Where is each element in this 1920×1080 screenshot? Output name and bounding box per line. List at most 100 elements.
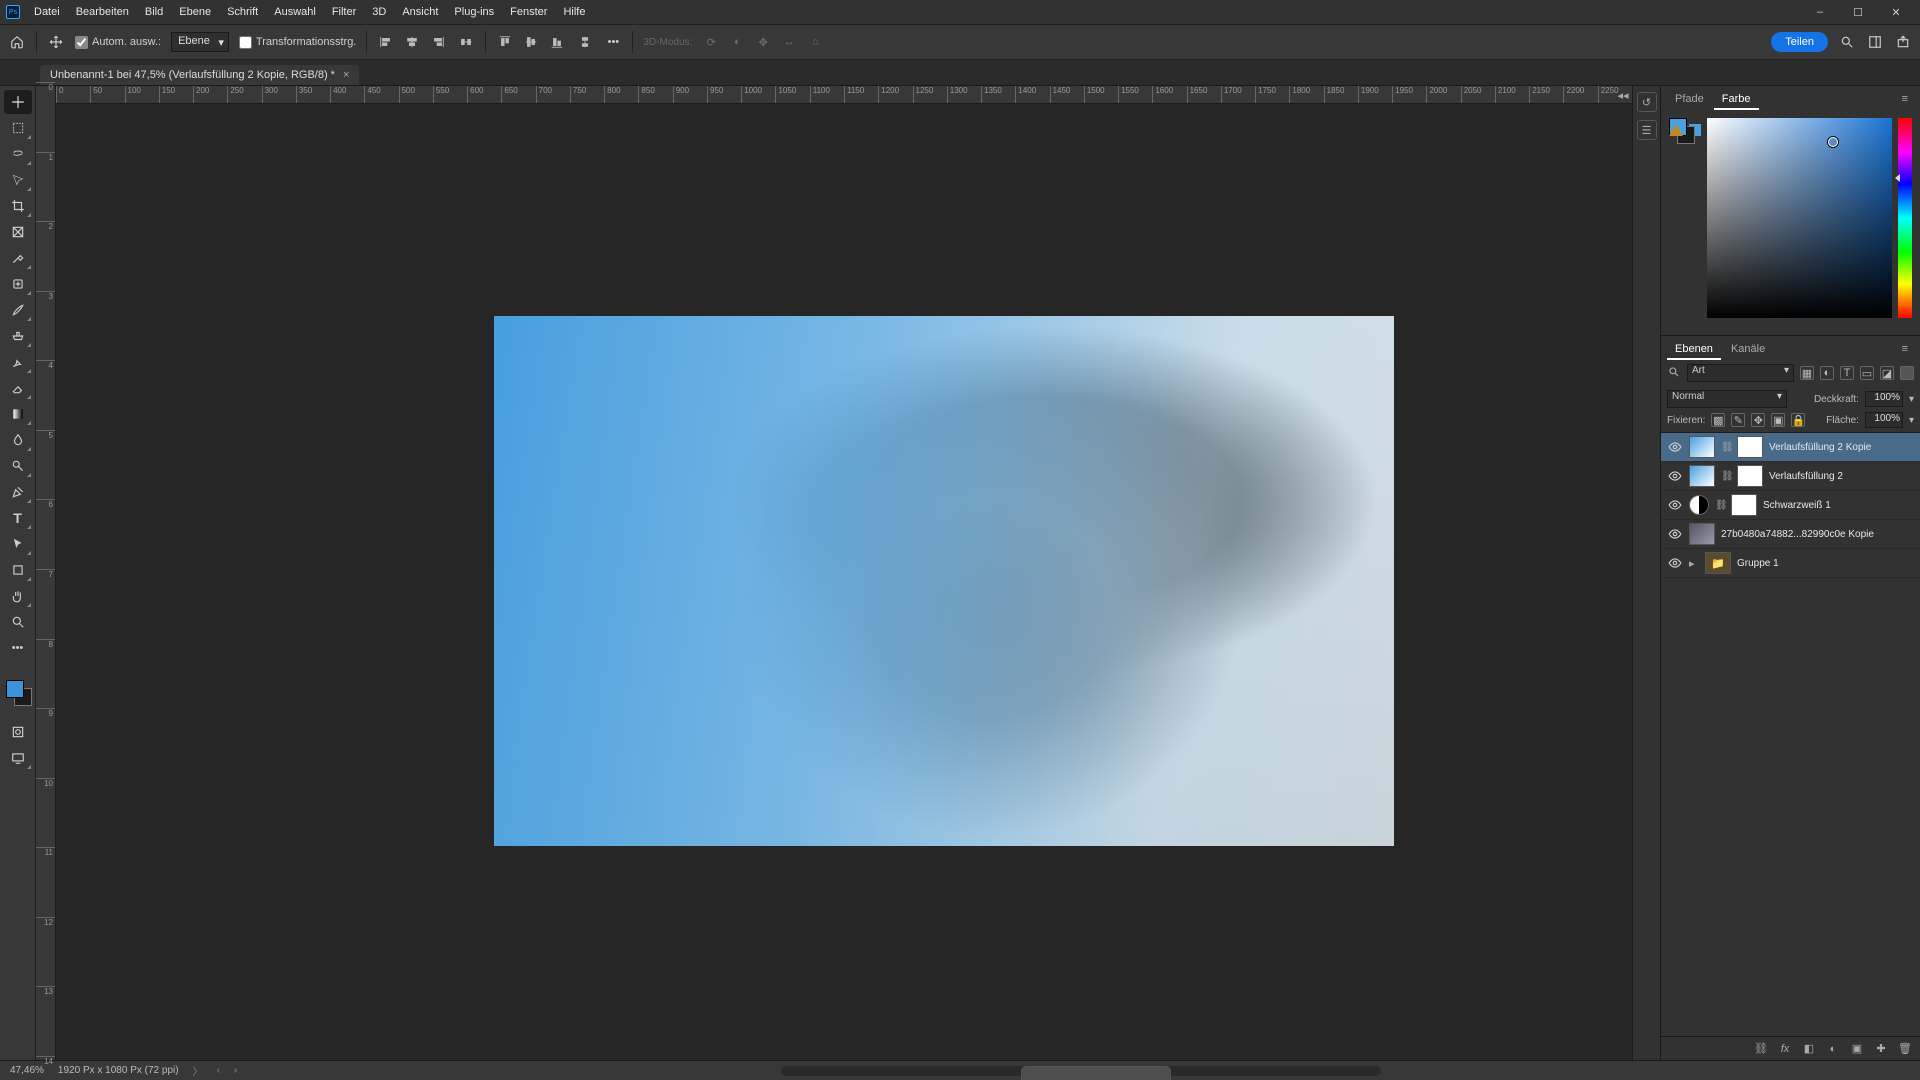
dodge-tool[interactable] <box>4 454 32 478</box>
history-brush-tool[interactable] <box>4 350 32 374</box>
layer-thumbnail[interactable] <box>1689 495 1709 515</box>
quick-select-tool[interactable] <box>4 168 32 192</box>
layer-mask-thumbnail[interactable] <box>1737 465 1763 487</box>
foreground-background-swatch[interactable] <box>4 678 32 706</box>
properties-panel-icon[interactable]: ☰ <box>1637 120 1657 140</box>
lock-artboard-button[interactable]: ▣ <box>1771 413 1785 427</box>
filter-smart-icon[interactable]: ◪ <box>1880 366 1894 380</box>
adjustment-layer-button[interactable]: ◐ <box>1826 1042 1840 1056</box>
auto-select-mode-dropdown[interactable]: Ebene ▾ <box>171 32 229 52</box>
tab-pfade[interactable]: Pfade <box>1667 90 1712 110</box>
layers-panel-menu[interactable]: ≡ <box>1896 340 1914 360</box>
edit-toolbar-button[interactable]: ••• <box>4 636 32 660</box>
doc-info-menu[interactable]: 〉 <box>193 1063 203 1078</box>
horizontal-scrollbar[interactable] <box>781 1066 1381 1076</box>
layer-visibility-toggle[interactable] <box>1667 555 1683 571</box>
healing-brush-tool[interactable] <box>4 272 32 296</box>
menu-plugins[interactable]: Plug-ins <box>446 0 502 24</box>
window-close-button[interactable]: ✕ <box>1878 2 1914 22</box>
gradient-tool[interactable] <box>4 402 32 426</box>
align-left-button[interactable] <box>377 33 395 51</box>
search-button[interactable] <box>1838 33 1856 51</box>
align-top-button[interactable] <box>496 33 514 51</box>
layer-row[interactable]: ⛓ Schwarzweiß 1 <box>1661 491 1920 520</box>
menu-auswahl[interactable]: Auswahl <box>266 0 324 24</box>
layer-name[interactable]: Verlaufsfüllung 2 <box>1769 471 1843 482</box>
transform-controls-checkbox[interactable]: Transformationsstrg. <box>239 36 356 49</box>
zoom-tool[interactable] <box>4 610 32 634</box>
auto-select-checkbox[interactable]: Autom. ausw.: <box>75 36 161 49</box>
layer-name[interactable]: Gruppe 1 <box>1737 558 1779 569</box>
menu-bearbeiten[interactable]: Bearbeiten <box>68 0 137 24</box>
workspace-switcher-button[interactable] <box>1866 33 1884 51</box>
align-right-button[interactable] <box>429 33 447 51</box>
filter-adjust-icon[interactable]: ◐ <box>1820 366 1834 380</box>
new-group-button[interactable]: ▣ <box>1850 1042 1864 1056</box>
filter-toggle[interactable] <box>1900 366 1914 380</box>
window-maximize-button[interactable]: ☐ <box>1840 2 1876 22</box>
color-panel-menu[interactable]: ≡ <box>1896 90 1914 110</box>
menu-hilfe[interactable]: Hilfe <box>555 0 593 24</box>
layer-thumbnail[interactable] <box>1689 465 1715 487</box>
close-tab-button[interactable]: × <box>343 69 349 81</box>
window-minimize-button[interactable]: – <box>1802 2 1838 22</box>
move-tool[interactable] <box>4 90 32 114</box>
distribute-h-button[interactable] <box>457 33 475 51</box>
history-panel-icon[interactable]: ↺ <box>1637 92 1657 112</box>
distribute-v-button[interactable] <box>576 33 594 51</box>
chevron-down-icon[interactable]: ▾ <box>1909 394 1914 405</box>
layer-row[interactable]: ⛓ Verlaufsfüllung 2 Kopie <box>1661 433 1920 462</box>
zoom-level[interactable]: 47,46% <box>10 1065 44 1076</box>
share-button[interactable]: Teilen <box>1771 32 1828 52</box>
layer-thumbnail[interactable] <box>1689 523 1715 545</box>
eyedropper-tool[interactable] <box>4 246 32 270</box>
crop-tool[interactable] <box>4 194 32 218</box>
layer-visibility-toggle[interactable] <box>1667 468 1683 484</box>
layer-row[interactable]: ⛓ Verlaufsfüllung 2 <box>1661 462 1920 491</box>
document-canvas[interactable] <box>494 316 1394 846</box>
layer-name[interactable]: Schwarzweiß 1 <box>1763 500 1831 511</box>
layer-visibility-toggle[interactable] <box>1667 526 1683 542</box>
opacity-field[interactable]: 100% <box>1865 391 1903 407</box>
menu-3d[interactable]: 3D <box>364 0 394 24</box>
marquee-tool[interactable] <box>4 116 32 140</box>
collapse-panels-button[interactable]: ◂◂ <box>1614 88 1632 102</box>
menu-ansicht[interactable]: Ansicht <box>394 0 446 24</box>
type-tool[interactable]: T <box>4 506 32 530</box>
filter-pixel-icon[interactable]: ▦ <box>1800 366 1814 380</box>
delete-layer-button[interactable]: 🗑 <box>1898 1042 1912 1056</box>
layer-thumbnail[interactable] <box>1689 436 1715 458</box>
nav-next[interactable]: › <box>234 1065 237 1076</box>
document-tab[interactable]: Unbenannt-1 bei 47,5% (Verlaufsfüllung 2… <box>40 65 359 85</box>
layer-name[interactable]: 27b0480a74882...82990c0e Kopie <box>1721 529 1874 540</box>
layer-name[interactable]: Verlaufsfüllung 2 Kopie <box>1769 442 1871 453</box>
lock-pixels-button[interactable]: ✎ <box>1731 413 1745 427</box>
layer-row[interactable]: ▸📁Gruppe 1 <box>1661 549 1920 578</box>
quickmask-button[interactable] <box>4 720 32 744</box>
fill-field[interactable]: 100% <box>1865 412 1903 428</box>
layer-mask-link-icon[interactable]: ⛓ <box>1721 442 1731 453</box>
shape-tool[interactable] <box>4 558 32 582</box>
lock-all-button[interactable]: 🔒 <box>1791 413 1805 427</box>
new-layer-button[interactable]: ✚ <box>1874 1042 1888 1056</box>
link-layers-button[interactable]: ⛓ <box>1754 1042 1768 1056</box>
pen-tool[interactable] <box>4 480 32 504</box>
layer-visibility-toggle[interactable] <box>1667 497 1683 513</box>
layer-mask-thumbnail[interactable] <box>1731 494 1757 516</box>
color-sv-cursor[interactable] <box>1828 137 1838 147</box>
layer-mask-thumbnail[interactable] <box>1737 436 1763 458</box>
lock-position-button[interactable]: ✥ <box>1751 413 1765 427</box>
layer-mask-link-icon[interactable]: ⛓ <box>1715 500 1725 511</box>
group-expand-arrow[interactable]: ▸ <box>1689 557 1699 570</box>
lock-transparency-button[interactable]: ▩ <box>1711 413 1725 427</box>
blend-mode-dropdown[interactable]: Normal ▾ <box>1667 390 1787 408</box>
lasso-tool[interactable] <box>4 142 32 166</box>
color-hue-cursor[interactable] <box>1895 174 1900 182</box>
menu-filter[interactable]: Filter <box>324 0 364 24</box>
more-align-button[interactable]: ••• <box>604 33 622 51</box>
hand-tool[interactable] <box>4 584 32 608</box>
menu-fenster[interactable]: Fenster <box>502 0 555 24</box>
tab-ebenen[interactable]: Ebenen <box>1667 340 1721 360</box>
layer-mask-link-icon[interactable]: ⛓ <box>1721 471 1731 482</box>
menu-schrift[interactable]: Schrift <box>219 0 266 24</box>
